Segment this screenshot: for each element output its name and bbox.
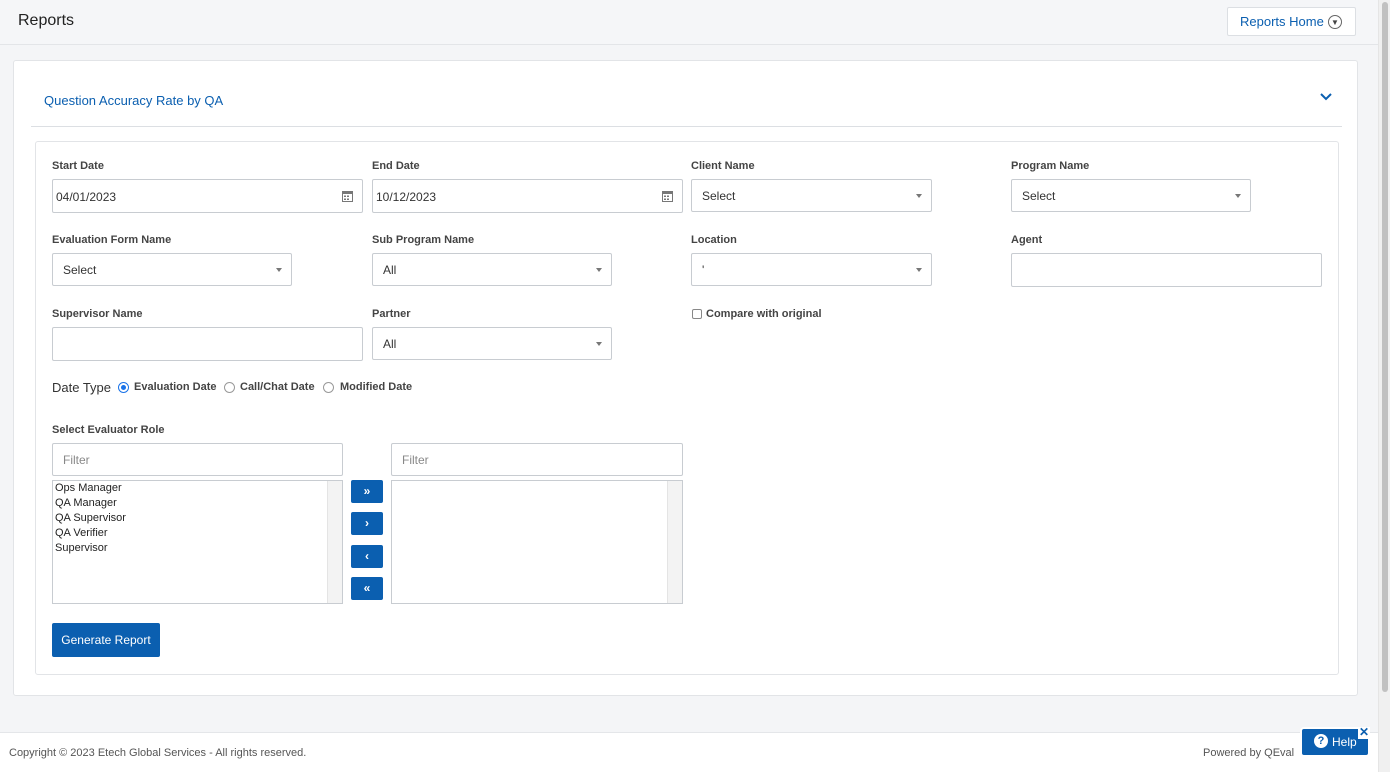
caret-down-icon xyxy=(916,194,922,198)
list-item[interactable]: QA Supervisor xyxy=(53,511,342,526)
start-date-value: 04/01/2023 xyxy=(56,190,117,204)
compare-with-original-label[interactable]: Compare with original xyxy=(706,308,822,320)
evaluator-role-label: Select Evaluator Role xyxy=(52,424,165,436)
end-date-value: 10/12/2023 xyxy=(376,190,437,204)
location-select[interactable]: ' xyxy=(691,253,932,286)
caret-down-icon xyxy=(1235,194,1241,198)
radio-modified-date[interactable] xyxy=(323,382,334,393)
client-name-label: Client Name xyxy=(691,160,755,172)
reports-home-button[interactable]: Reports Home ▼ xyxy=(1227,7,1356,36)
close-icon[interactable]: ✕ xyxy=(1358,726,1370,739)
partner-label: Partner xyxy=(372,308,411,320)
program-name-value: Select xyxy=(1022,189,1056,203)
move-left-button[interactable]: ‹ xyxy=(351,545,383,568)
calendar-icon[interactable] xyxy=(342,190,353,202)
client-name-select[interactable]: Select xyxy=(691,179,932,212)
list-item[interactable]: Ops Manager xyxy=(53,481,342,496)
report-card: Question Accuracy Rate by QA Start Date … xyxy=(13,60,1358,696)
supervisor-name-label: Supervisor Name xyxy=(52,308,143,320)
caret-down-icon xyxy=(916,268,922,272)
list-scrollbar[interactable] xyxy=(327,481,342,603)
divider xyxy=(31,126,1342,127)
chevron-down-circle-icon: ▼ xyxy=(1328,15,1342,29)
call-chat-date-label[interactable]: Call/Chat Date xyxy=(240,381,315,393)
program-name-select[interactable]: Select xyxy=(1011,179,1251,212)
date-type-label: Date Type xyxy=(52,380,112,395)
help-label: Help xyxy=(1332,735,1357,749)
evaluation-form-name-value: Select xyxy=(63,263,97,277)
selected-roles-filter[interactable]: Filter xyxy=(391,443,683,476)
caret-down-icon xyxy=(596,268,602,272)
modified-date-label[interactable]: Modified Date xyxy=(340,381,412,393)
evaluation-date-label[interactable]: Evaluation Date xyxy=(134,381,217,393)
available-roles-filter[interactable]: Filter xyxy=(52,443,343,476)
partner-value: All xyxy=(383,337,397,351)
evaluation-form-name-label: Evaluation Form Name xyxy=(52,234,172,246)
page-title: Reports xyxy=(18,12,75,29)
sub-program-name-value: All xyxy=(383,263,397,277)
program-name-label: Program Name xyxy=(1011,160,1090,172)
move-all-left-button[interactable]: « xyxy=(351,577,383,600)
start-date-label: Start Date xyxy=(52,160,104,172)
agent-label: Agent xyxy=(1011,234,1043,246)
selected-roles-list[interactable] xyxy=(391,480,683,604)
copyright-text: Copyright © 2023 Etech Global Services -… xyxy=(9,747,307,759)
list-item[interactable]: QA Verifier xyxy=(53,526,342,541)
page-scrollbar[interactable] xyxy=(1378,0,1390,772)
radio-evaluation-date[interactable] xyxy=(118,382,129,393)
supervisor-name-input[interactable] xyxy=(52,327,363,361)
sub-program-name-label: Sub Program Name xyxy=(372,234,475,246)
report-form: Start Date 04/01/2023 End Date 10/12/202… xyxy=(35,141,1339,675)
start-date-input[interactable]: 04/01/2023 xyxy=(52,179,363,213)
scrollbar-thumb[interactable] xyxy=(1382,2,1388,692)
powered-by-text: Powered by QEval xyxy=(1203,747,1295,759)
client-name-value: Select xyxy=(702,189,736,203)
caret-down-icon xyxy=(596,342,602,346)
footer: Copyright © 2023 Etech Global Services -… xyxy=(0,732,1378,772)
reports-home-label: Reports Home xyxy=(1240,14,1324,29)
caret-down-icon xyxy=(276,268,282,272)
radio-call-chat-date[interactable] xyxy=(224,382,235,393)
compare-with-original-checkbox[interactable] xyxy=(692,309,702,319)
available-roles-list[interactable]: Ops Manager QA Manager QA Supervisor QA … xyxy=(52,480,343,604)
end-date-input[interactable]: 10/12/2023 xyxy=(372,179,683,213)
question-icon: ? xyxy=(1314,734,1328,748)
location-value: ' xyxy=(702,263,705,277)
move-right-button[interactable]: › xyxy=(351,512,383,535)
list-item[interactable]: Supervisor xyxy=(53,541,342,556)
move-all-right-button[interactable]: » xyxy=(351,480,383,503)
filter-placeholder: Filter xyxy=(63,453,90,467)
report-title[interactable]: Question Accuracy Rate by QA xyxy=(44,93,223,108)
location-label: Location xyxy=(691,234,737,246)
list-item[interactable]: QA Manager xyxy=(53,496,342,511)
evaluation-form-name-select[interactable]: Select xyxy=(52,253,292,286)
sub-program-name-select[interactable]: All xyxy=(372,253,612,286)
list-scrollbar[interactable] xyxy=(667,481,682,603)
filter-placeholder: Filter xyxy=(402,453,429,467)
end-date-label: End Date xyxy=(372,160,420,172)
partner-select[interactable]: All xyxy=(372,327,612,360)
chevron-down-icon[interactable] xyxy=(1318,89,1334,105)
top-bar: Reports Reports Home ▼ xyxy=(0,0,1378,45)
generate-report-button[interactable]: Generate Report xyxy=(52,623,160,657)
agent-input[interactable] xyxy=(1011,253,1322,287)
calendar-icon[interactable] xyxy=(662,190,673,202)
